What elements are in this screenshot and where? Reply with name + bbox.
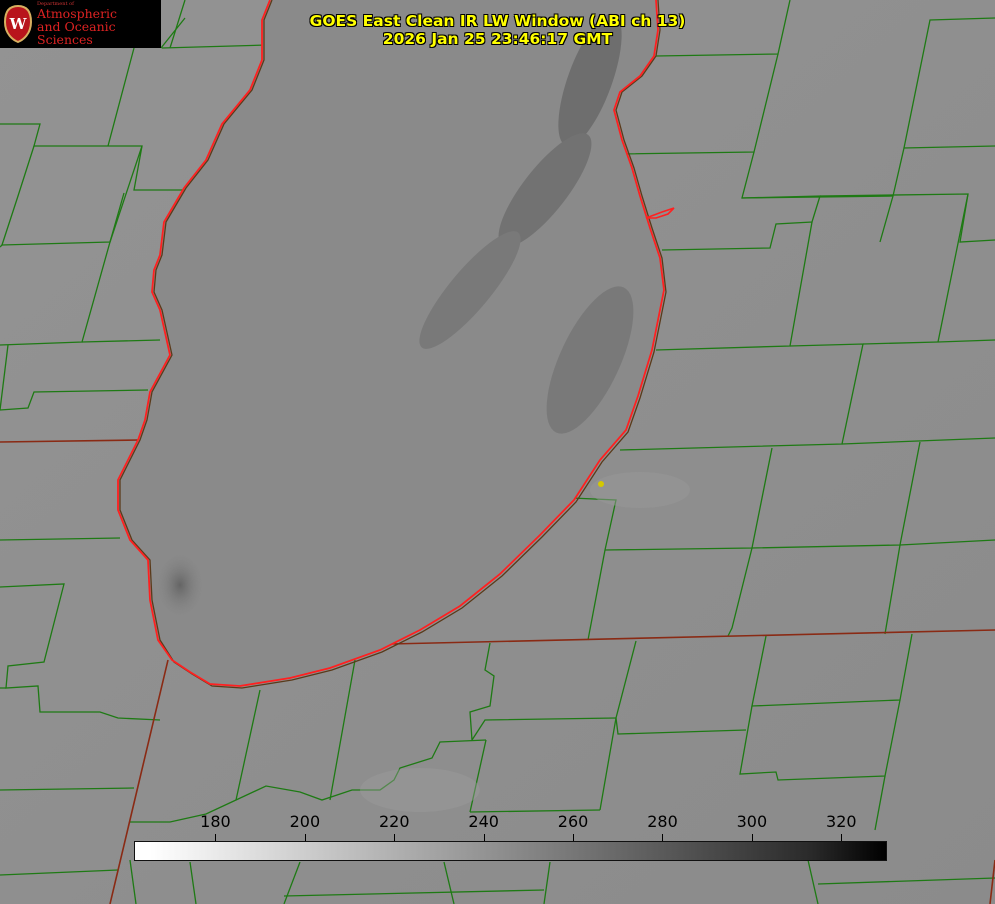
colorbar-tick-mark	[483, 834, 485, 841]
logo-line2: and Oceanic Sciences	[37, 19, 116, 48]
colorbar-tick-mark	[751, 834, 753, 841]
colorbar-tick-mark	[573, 834, 575, 841]
image-title: GOES East Clean IR LW Window (ABI ch 13)…	[240, 12, 755, 48]
colorbar-tick-mark	[394, 834, 396, 841]
colorbar-tick-mark	[662, 834, 664, 841]
colorbar-tick-label: 240	[468, 812, 499, 831]
aos-logo: W Department of Atmospheric and Oceanic …	[0, 0, 161, 48]
svg-text:W: W	[9, 15, 28, 33]
title-timestamp: 2026 Jan 25 23:46:17 GMT	[382, 30, 613, 48]
uw-seal-icon: W	[3, 4, 33, 44]
satellite-map	[0, 0, 995, 904]
colorbar-tick-label: 300	[736, 812, 768, 831]
colorbar-tick-label: 180	[200, 812, 231, 831]
title-product: GOES East Clean IR LW Window (ABI ch 13)	[309, 12, 686, 30]
site-marker	[598, 481, 604, 487]
satellite-image: W Department of Atmospheric and Oceanic …	[0, 0, 995, 904]
colorbar-gradient	[134, 841, 887, 861]
colorbar: 180 200 220 240 260 280 300 320	[134, 812, 887, 861]
colorbar-tick-mark	[841, 834, 843, 841]
colorbar-tick-label: 320	[826, 812, 857, 831]
colorbar-tick-label: 200	[289, 812, 321, 831]
colorbar-tick-label: 220	[378, 812, 410, 831]
colorbar-tick-mark	[215, 834, 217, 841]
colorbar-tick-label: 280	[647, 812, 678, 831]
colorbar-tick-label: 260	[557, 812, 589, 831]
colorbar-tick-mark	[304, 834, 306, 841]
